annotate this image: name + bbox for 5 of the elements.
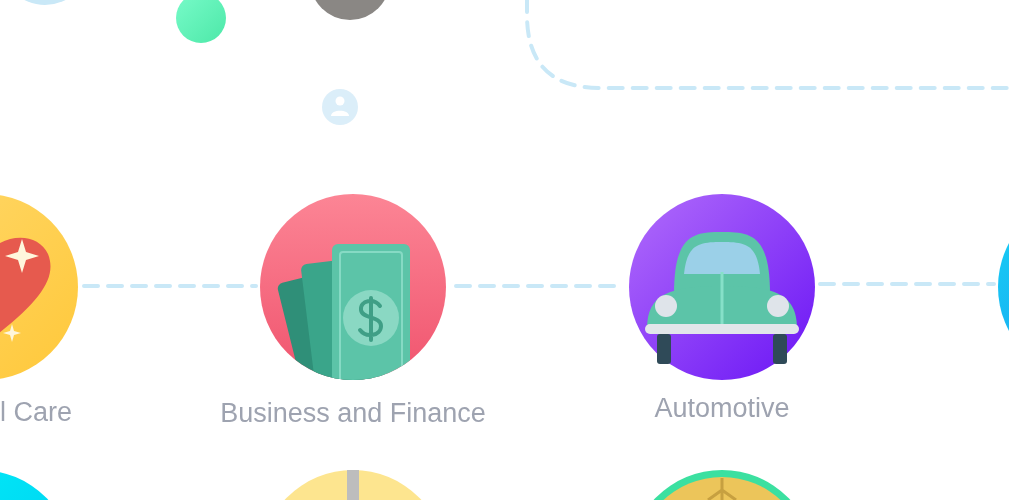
- circle-decoration: [176, 0, 226, 43]
- category-label[interactable]: l Care: [0, 396, 73, 428]
- category-label[interactable]: Business and Finance: [220, 397, 486, 429]
- category-label[interactable]: Automotive: [654, 392, 790, 424]
- user-icon: [322, 89, 358, 125]
